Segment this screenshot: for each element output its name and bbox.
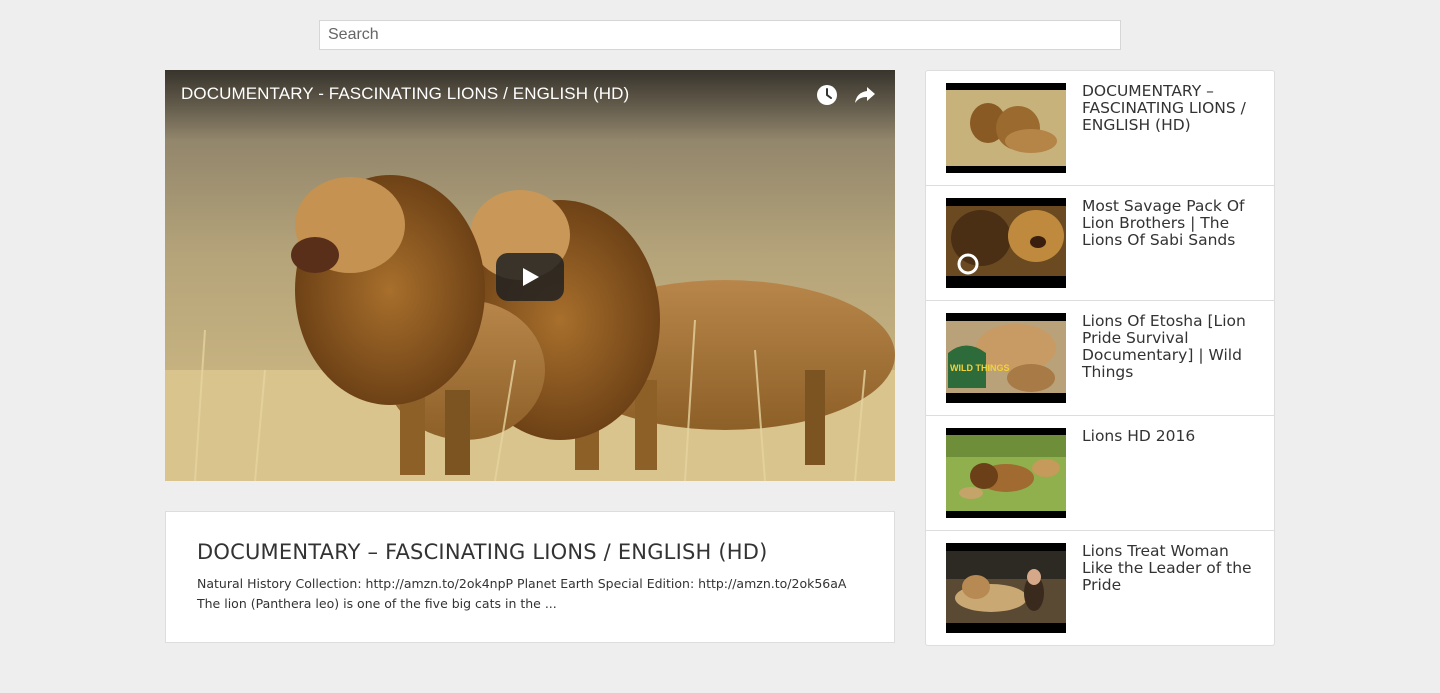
video-thumbnail[interactable] — [946, 83, 1066, 173]
player-title[interactable]: DOCUMENTARY - FASCINATING LIONS / ENGLIS… — [181, 84, 629, 104]
player-controls — [815, 83, 877, 107]
search-bar — [319, 20, 1121, 50]
play-button[interactable] — [496, 253, 564, 301]
watch-later-icon[interactable] — [815, 83, 839, 107]
video-thumbnail[interactable]: WILD THINGS — [946, 313, 1066, 403]
related-video-title[interactable]: Lions Of Etosha [Lion Pride Survival Doc… — [1082, 313, 1262, 381]
video-thumbnail[interactable] — [946, 428, 1066, 518]
share-icon[interactable] — [853, 83, 877, 107]
video-thumbnail[interactable] — [946, 198, 1066, 288]
video-thumbnail[interactable] — [946, 543, 1066, 633]
related-video-item[interactable]: DOCUMENTARY – FASCINATING LIONS / ENGLIS… — [926, 71, 1274, 186]
related-video-item[interactable]: WILD THINGS Lions Of Etosha [Lion Pride … — [926, 301, 1274, 416]
video-info-card: DOCUMENTARY – FASCINATING LIONS / ENGLIS… — [165, 511, 895, 643]
video-title: DOCUMENTARY – FASCINATING LIONS / ENGLIS… — [197, 540, 768, 564]
wild-things-badge: WILD THINGS — [950, 363, 1010, 373]
video-description: Natural History Collection: http://amzn.… — [197, 576, 847, 611]
related-video-item[interactable]: Most Savage Pack Of Lion Brothers | The … — [926, 186, 1274, 301]
search-input[interactable] — [319, 20, 1121, 50]
player-header-shade — [165, 70, 895, 140]
related-video-item[interactable]: Lions HD 2016 — [926, 416, 1274, 531]
related-video-title[interactable]: Lions HD 2016 — [1082, 428, 1262, 445]
related-videos-list: DOCUMENTARY – FASCINATING LIONS / ENGLIS… — [925, 70, 1275, 646]
video-player[interactable]: DOCUMENTARY - FASCINATING LIONS / ENGLIS… — [165, 70, 895, 481]
related-video-title[interactable]: Lions Treat Woman Like the Leader of the… — [1082, 543, 1262, 594]
related-video-item[interactable]: Lions Treat Woman Like the Leader of the… — [926, 531, 1274, 646]
play-icon — [523, 268, 539, 286]
related-video-title[interactable]: Most Savage Pack Of Lion Brothers | The … — [1082, 198, 1262, 249]
related-video-title[interactable]: DOCUMENTARY – FASCINATING LIONS / ENGLIS… — [1082, 83, 1262, 134]
